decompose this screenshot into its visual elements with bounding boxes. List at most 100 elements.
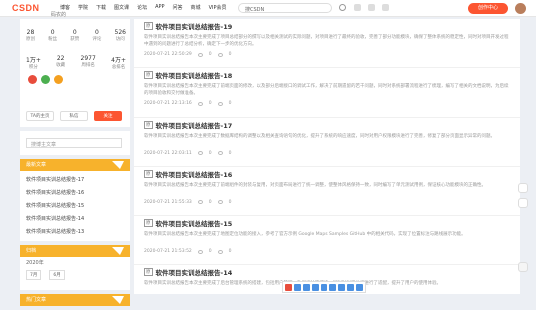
feedback-icon[interactable] [518,198,528,208]
archive-row[interactable]: 2020年 [20,257,130,268]
original-badge: 原 [144,120,153,129]
section-header: 热门文章 [20,294,130,306]
article-date: 2020-07-21 21:55:33 [144,199,192,205]
search-icon[interactable] [339,4,346,11]
toolbar-icon[interactable] [347,284,355,291]
article-desc: 软件项目实训总结报告本次主要完成了数据库结构的调整以及相关查询语句的优化，提升了… [144,133,495,139]
csdn-logo[interactable]: CSDN [12,3,40,13]
nav-item[interactable]: 下载 [96,4,106,11]
nav-item[interactable]: 学院 [78,4,88,11]
archive-tag[interactable]: 7月 [26,270,42,280]
article-meta: 2020-07-21 22:13:16 0 0 [144,101,512,106]
badge-icon[interactable] [54,75,63,84]
eye-icon [197,249,203,254]
article-title[interactable]: 原软件项目实训总结报告-14 [144,267,512,277]
search-input[interactable]: 搜CSDN [238,3,332,13]
original-badge: 原 [144,22,153,30]
stat: 22 收藏 [56,55,66,68]
view-count: 0 [208,249,212,255]
comment-count: 0 [228,52,232,57]
article-item[interactable]: 原软件项目实训总结报告-15 软件项目实训总结报告本次主要完成了地图定位功能的接入… [134,216,520,266]
article-item[interactable]: 原软件项目实训总结报告-17 软件项目实训总结报告本次主要完成了数据库结构的调整以… [134,118,520,167]
app-icon[interactable] [382,4,389,11]
nav-item[interactable]: 问答 [173,4,183,11]
comment-icon [217,101,223,106]
back-to-top-icon[interactable] [518,262,528,272]
toolbar-icon[interactable] [311,284,319,291]
top-navbar: CSDN 博客 学院 下载 图文课 论坛 APP 问答 商城 VIP会员 搜CS… [0,0,536,17]
list-item[interactable]: 软件项目实训总结报告-17 [26,174,124,187]
list-item[interactable]: 软件项目实训总结报告-15 [26,200,124,213]
eye-icon [197,52,203,57]
toolbar-icon[interactable] [320,284,328,291]
recent-articles: 最新文章 软件项目实训总结报告-17 软件项目实训总结报告-16 软件项目实训总… [20,159,130,241]
toolbar-icon[interactable] [285,284,292,291]
archive-section: 归档 2020年 7月 6月 [20,245,130,290]
follow-button[interactable]: 关注 [94,111,122,121]
bell-icon[interactable] [368,4,375,11]
badge-icon[interactable] [28,75,37,84]
bottom-toolbar [282,281,366,293]
nav-item[interactable]: 论坛 [137,4,147,11]
nav-item[interactable]: 图文课 [114,4,129,11]
article-item[interactable]: 原软件项目实训总结报告-16 软件项目实训总结报告本次主要完成了前端组件的封装与复… [134,167,520,217]
nav-item[interactable]: 商城 [191,4,201,11]
profile-card: 码农的 28 原创 0 粉丝 0 获赞 0 评论 526 访问 1万+ 积分 22 收藏 29… [20,12,130,127]
article-desc: 软件项目实训总结报告本次主要完成了前端组件的封装与复用，对页面布局进行了统一调整… [144,182,486,188]
list-item[interactable]: 软件项目实训总结报告-13 [26,226,124,239]
list-item[interactable]: 软件项目实训总结报告-14 [26,213,124,226]
qr-icon[interactable] [518,183,528,193]
eye-icon [197,200,203,205]
article-title[interactable]: 原软件项目实训总结报告-15 [144,218,512,228]
nav-item[interactable]: VIP会员 [209,4,227,11]
list-item[interactable]: 软件项目实训总结报告-16 [26,187,124,200]
toolbar-icon[interactable] [302,284,310,291]
stat: 4万+ 总排名 [111,57,126,70]
article-meta: 2020-07-21 21:55:33 0 0 [144,200,512,205]
article-date: 2020-07-21 22:50:29 [144,52,192,57]
article-title[interactable]: 原软件项目实训总结报告-16 [144,169,512,179]
badge-icon[interactable] [41,75,50,84]
profile-buttons: TA的主页 私信 关注 [26,111,122,121]
article-title[interactable]: 原软件项目实训总结报告-18 [144,70,512,80]
homepage-button[interactable]: TA的主页 [26,111,54,121]
view-count: 0 [208,150,212,156]
plane-icon [112,161,124,169]
toolbar-icon[interactable] [293,284,301,291]
article-title[interactable]: 原软件项目实训总结报告-17 [144,120,512,130]
toolbar-icon[interactable] [356,284,364,291]
comment-icon [217,52,223,57]
toolbar-icon[interactable] [329,284,337,291]
article-meta: 2020-07-21 22:50:29 0 0 [144,52,512,57]
comment-icon [217,200,223,205]
original-badge: 原 [144,169,153,178]
stat: 526 访问 [114,29,126,42]
article-item[interactable]: 原软件项目实训总结报告-18 软件项目实训总结报告本次主要完成了前端页面的修改，以… [134,68,520,118]
stat: 0 评论 [92,29,102,42]
article-desc: 软件项目实训总结报告本次主要完成了地图定位功能的接入，参考了官方示例 Googl… [144,232,466,238]
original-badge: 原 [144,268,153,277]
stat: 28 原创 [26,29,35,42]
stat: 1万+ 积分 [26,57,41,70]
article-title[interactable]: 原软件项目实训总结报告-19 [144,21,512,31]
message-icon[interactable] [354,4,361,11]
stat: 2977 周排名 [80,55,96,68]
comment-icon [217,249,223,254]
stats-top: 28 原创 0 粉丝 0 获赞 0 评论 526 访问 [26,29,126,42]
eye-icon [197,101,203,106]
username[interactable]: 码农的 [51,11,66,18]
archive-tag[interactable]: 6月 [49,270,65,280]
publish-button[interactable]: 创作中心 [468,3,508,14]
article-date: 2020-07-21 21:53:52 [144,249,192,255]
article-date: 2020-07-21 22:03:11 [144,150,192,156]
message-button[interactable]: 私信 [60,111,88,121]
blog-search-input[interactable]: 搜博主文章 [26,138,122,148]
avatar[interactable] [515,3,526,14]
nav-item[interactable]: APP [155,4,164,11]
stat: 0 获赞 [70,29,80,42]
eye-icon [197,151,203,156]
nav-item[interactable]: 博客 [60,4,70,11]
article-item[interactable]: 原软件项目实训总结报告-19 软件项目实训总结报告本次主要完成了项目总结部分的撰写… [134,19,520,69]
view-count: 0 [208,199,212,205]
toolbar-icon[interactable] [338,284,346,291]
